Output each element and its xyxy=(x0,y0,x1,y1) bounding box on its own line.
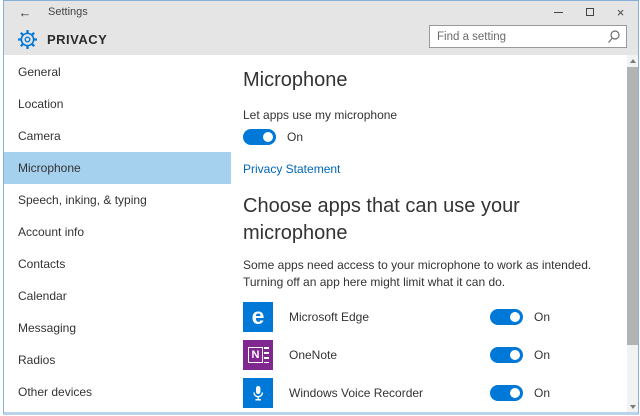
settings-window: ← Settings × xyxy=(3,0,639,415)
microphone-icon xyxy=(251,385,265,402)
app-toggle[interactable] xyxy=(490,347,523,363)
page-title: PRIVACY xyxy=(47,32,107,47)
scrollbar[interactable] xyxy=(627,55,638,412)
sidebar-item-location[interactable]: Location xyxy=(4,88,231,120)
sidebar-item-label: Messaging xyxy=(18,321,76,335)
master-toggle-label: Let apps use my microphone xyxy=(243,108,638,122)
sidebar-item-label: Location xyxy=(18,97,63,111)
scroll-down-arrow-icon[interactable] xyxy=(627,401,638,412)
app-list: e Microsoft Edge On N OneNote xyxy=(243,302,638,412)
scroll-up-arrow-icon[interactable] xyxy=(627,55,638,66)
gear-icon xyxy=(17,29,38,50)
sidebar-item-account-info[interactable]: Account info xyxy=(4,216,231,248)
sidebar-item-label: Radios xyxy=(18,353,55,367)
sidebar-item-camera[interactable]: Camera xyxy=(4,120,231,152)
search-box xyxy=(429,25,627,48)
apps-section-title: Choose apps that can use your microphone xyxy=(243,193,573,247)
sidebar-item-label: Account info xyxy=(18,225,84,239)
minimize-icon xyxy=(554,12,563,13)
sidebar-item-label: Contacts xyxy=(18,257,65,271)
sidebar-item-calendar[interactable]: Calendar xyxy=(4,280,231,312)
master-toggle-row: On xyxy=(243,129,638,145)
master-toggle[interactable] xyxy=(243,129,276,145)
sidebar-item-contacts[interactable]: Contacts xyxy=(4,248,231,280)
sidebar-item-label: Calendar xyxy=(18,289,67,303)
app-name: Microsoft Edge xyxy=(289,310,369,324)
title-bar: ← Settings × xyxy=(4,1,638,23)
close-button[interactable]: × xyxy=(605,1,636,23)
sidebar-item-label: Other devices xyxy=(18,385,92,399)
app-icon xyxy=(243,378,273,408)
toggle-knob xyxy=(263,132,273,142)
close-icon: × xyxy=(617,6,625,19)
sidebar-item-label: Speech, inking, & typing xyxy=(18,193,147,207)
app-glyph: N xyxy=(248,347,264,363)
sidebar-item-label: Microphone xyxy=(18,161,81,175)
sidebar-item-label: General xyxy=(18,65,61,79)
app-row: N OneNote On xyxy=(243,340,628,370)
app-toggle-state: On xyxy=(534,310,550,324)
main-content: Microphone Let apps use my microphone On… xyxy=(231,55,638,412)
maximize-button[interactable] xyxy=(574,1,605,23)
privacy-statement-link[interactable]: Privacy Statement xyxy=(243,162,340,176)
master-toggle-state: On xyxy=(287,130,303,144)
section-title: Microphone xyxy=(243,69,638,92)
app-glyph: e xyxy=(252,305,265,328)
toggle-knob xyxy=(510,388,520,398)
sidebar-item-microphone[interactable]: Microphone xyxy=(4,152,231,184)
search-icon[interactable] xyxy=(605,29,623,45)
body: General Location Camera Microphone Speec… xyxy=(4,55,638,412)
sidebar-list: General Location Camera Microphone Speec… xyxy=(4,55,231,412)
app-row: e Microsoft Edge On xyxy=(243,302,628,332)
maximize-icon xyxy=(586,8,594,16)
toggle-knob xyxy=(510,312,520,322)
apps-section-description: Some apps need access to your microphone… xyxy=(243,257,625,291)
app-icon: N xyxy=(243,340,273,370)
sidebar-item-messaging[interactable]: Messaging xyxy=(4,312,231,344)
sidebar-item-general[interactable]: General xyxy=(4,56,231,88)
app-row: Windows Voice Recorder On xyxy=(243,378,628,408)
app-name: OneNote xyxy=(289,348,337,362)
search-input[interactable] xyxy=(430,31,605,43)
window-title: Settings xyxy=(48,6,88,18)
page-header: PRIVACY xyxy=(4,23,638,55)
sidebar-item-other-devices[interactable]: Other devices xyxy=(4,376,231,408)
minimize-button[interactable] xyxy=(543,1,574,23)
top-zone: ← Settings × xyxy=(4,1,638,55)
app-toggle[interactable] xyxy=(490,309,523,325)
sidebar-item-label: Camera xyxy=(18,129,61,143)
app-name: Windows Voice Recorder xyxy=(289,386,423,400)
app-toggle[interactable] xyxy=(490,385,523,401)
scrollbar-thumb[interactable] xyxy=(627,67,638,345)
app-toggle-state: On xyxy=(534,386,550,400)
app-toggle-state: On xyxy=(534,348,550,362)
sidebar-item-radios[interactable]: Radios xyxy=(4,344,231,376)
toggle-knob xyxy=(510,350,520,360)
app-icon: e xyxy=(243,302,273,332)
window-controls: × xyxy=(543,1,636,23)
sidebar-item-speech-inking-typing[interactable]: Speech, inking, & typing xyxy=(4,184,231,216)
back-button[interactable]: ← xyxy=(10,5,40,20)
